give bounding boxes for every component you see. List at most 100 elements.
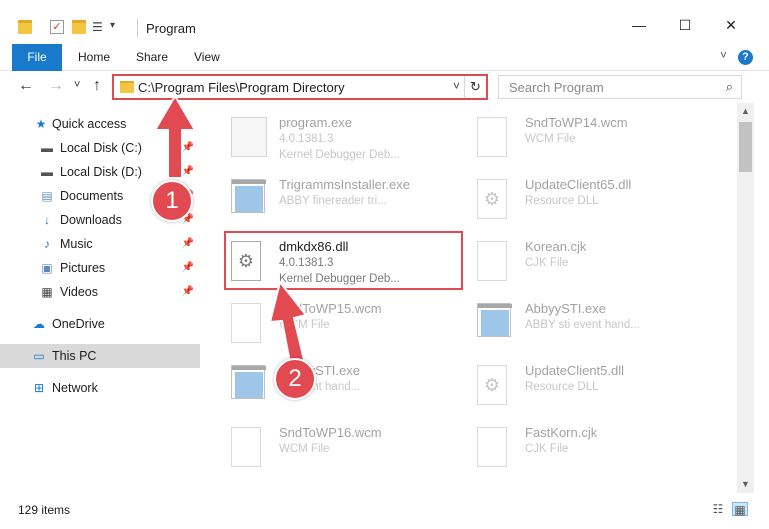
- pin-icon: 📌: [181, 238, 194, 249]
- file-type: WCM File: [279, 319, 330, 331]
- file-item-sndtowp15[interactable]: SndToWP15.wcm WCM File: [207, 293, 447, 351]
- tab-share[interactable]: Share: [122, 44, 182, 71]
- sidebar-item-label: Local Disk (D:): [60, 165, 142, 179]
- pin-icon: 📌: [181, 286, 194, 297]
- recent-locations-button[interactable]: ˅: [74, 79, 80, 91]
- cloud-icon: ☁: [33, 317, 45, 331]
- refresh-button[interactable]: ↻: [464, 76, 486, 98]
- maximize-button[interactable]: ☐: [662, 10, 708, 40]
- file-item-trigrammsinstaller[interactable]: TrigrammsInstaller.exe ABBY finereader t…: [207, 169, 447, 227]
- documents-icon: ▤: [41, 189, 53, 203]
- file-name: FastKorn.cjk: [525, 425, 598, 440]
- sidebar-item-pictures[interactable]: ▣ Pictures 📌: [0, 256, 200, 280]
- item-count: 129 items: [18, 503, 71, 517]
- status-bar: 129 items ☷ ▦: [0, 497, 769, 529]
- sidebar-item-quick-access[interactable]: ★ Quick access: [0, 112, 200, 136]
- file-name: AbbyySTI.exe: [525, 301, 606, 316]
- tab-view[interactable]: View: [180, 44, 234, 71]
- file-item-sndtowp14[interactable]: SndToWP14.wcm WCM File: [453, 107, 693, 165]
- file-item-sndtowp16[interactable]: SndToWP16.wcm WCM File: [207, 417, 447, 475]
- gear-document-icon: ⚙: [477, 365, 507, 405]
- sidebar-item-label: Pictures: [60, 261, 106, 275]
- sidebar-item-network[interactable]: ⊞ Network: [0, 376, 200, 400]
- tab-home[interactable]: Home: [64, 44, 124, 71]
- file-type: Resource DLL: [525, 381, 599, 393]
- pictures-icon: ▣: [41, 261, 53, 275]
- file-name: SndToWP15.wcm: [279, 301, 382, 316]
- title-bar: ✓ ☰ ▾ Program — ☐ ✕: [0, 0, 769, 44]
- file-item-korean-cjk[interactable]: Korean.cjk CJK File: [453, 231, 693, 289]
- document-icon: [231, 303, 261, 343]
- computer-icon: ▭: [33, 349, 45, 363]
- file-item-abbyysti[interactable]: AbbyySTI.exe ABBY sti event hand...: [453, 293, 693, 351]
- sidebar-item-local-disk-c[interactable]: ▬ Local Disk (C:) 📌: [0, 136, 200, 160]
- sidebar-item-label: Documents: [60, 189, 124, 203]
- chevron-down-icon[interactable]: ▾: [110, 20, 124, 34]
- sidebar-item-label: This PC: [52, 349, 97, 363]
- forward-button[interactable]: →: [48, 77, 64, 95]
- file-name: TrigrammsInstaller.exe: [279, 177, 410, 192]
- file-name: UpdateClient65.dll: [525, 177, 632, 192]
- sidebar-item-music[interactable]: ♪ Music 📌: [0, 232, 200, 256]
- app-window-icon: [477, 303, 512, 337]
- drive-icon: ▬: [41, 165, 53, 179]
- folder-icon: [120, 81, 134, 93]
- window-title: Program: [146, 21, 196, 36]
- title-separator: [137, 19, 138, 37]
- file-description: ABBY sti event hand...: [525, 319, 640, 331]
- search-icon[interactable]: ⌕: [726, 79, 733, 95]
- address-bar[interactable]: C:\Program Files\Program Directory ˅ ↻: [112, 74, 488, 100]
- address-dropdown-icon[interactable]: ˅: [453, 79, 460, 93]
- file-version: 4.0.1381.3: [279, 133, 334, 145]
- network-icon: ⊞: [33, 381, 45, 395]
- large-icons-view-icon[interactable]: ▦: [732, 502, 748, 517]
- file-item-fastkorn-cjk[interactable]: FastKorn.cjk CJK File: [453, 417, 693, 475]
- vertical-scrollbar[interactable]: ▲ ▼: [737, 103, 754, 493]
- address-path[interactable]: C:\Program Files\Program Directory: [138, 80, 345, 95]
- search-input[interactable]: Search Program ⌕: [498, 75, 742, 99]
- file-type: CJK File: [525, 257, 569, 269]
- file-item-updateclient65[interactable]: ⚙ UpdateClient65.dll Resource DLL: [453, 169, 693, 227]
- sidebar-item-onedrive[interactable]: ☁ OneDrive: [0, 312, 200, 336]
- video-icon: ▦: [41, 285, 53, 299]
- drive-icon: ▬: [41, 141, 53, 155]
- close-button[interactable]: ✕: [708, 10, 754, 40]
- scroll-down-icon[interactable]: ▼: [737, 476, 754, 493]
- back-button[interactable]: ←: [18, 77, 34, 95]
- sidebar-item-label: OneDrive: [52, 317, 105, 331]
- minimize-button[interactable]: —: [616, 10, 662, 40]
- file-type: WCM File: [525, 133, 576, 145]
- customize-toolbar-icon[interactable]: ☰: [92, 20, 106, 34]
- app-window-icon: [231, 365, 266, 399]
- file-item-program-exe[interactable]: program.exe 4.0.1381.3 Kernel Debugger D…: [207, 107, 447, 165]
- document-icon: [477, 117, 507, 157]
- expand-ribbon-icon[interactable]: ˅: [720, 48, 727, 62]
- file-type: CJK File: [525, 443, 569, 455]
- star-icon: ★: [35, 117, 47, 131]
- file-item-abbyysti-2[interactable]: AbbyySTI.exe sti event hand...: [207, 355, 447, 413]
- sidebar-item-label: Quick access: [52, 117, 127, 131]
- target-file-highlight: [224, 231, 463, 290]
- pin-icon: 📌: [181, 262, 194, 273]
- file-name: UpdateClient5.dll: [525, 363, 625, 378]
- file-name: Korean.cjk: [525, 239, 587, 254]
- file-description: ABBY finereader tri...: [279, 195, 387, 207]
- folder-icon: [18, 20, 32, 34]
- details-view-icon[interactable]: ☷: [710, 502, 726, 516]
- sidebar-item-videos[interactable]: ▦ Videos 📌: [0, 280, 200, 304]
- up-button[interactable]: ↑: [93, 77, 101, 95]
- sidebar-item-label: Music: [60, 237, 93, 251]
- scroll-thumb[interactable]: [739, 122, 752, 172]
- properties-icon[interactable]: ✓: [50, 20, 64, 34]
- file-description: Kernel Debugger Deb...: [279, 149, 400, 161]
- sidebar-item-this-pc[interactable]: ▭ This PC: [0, 344, 200, 368]
- sidebar-item-label: Local Disk (C:): [60, 141, 142, 155]
- pin-icon: 📌: [181, 142, 194, 153]
- sidebar-item-label: Network: [52, 381, 98, 395]
- file-item-updateclient5[interactable]: ⚙ UpdateClient5.dll Resource DLL: [453, 355, 693, 413]
- step-badge-2: 2: [274, 358, 316, 400]
- new-folder-icon[interactable]: [72, 20, 86, 34]
- help-icon[interactable]: ?: [738, 50, 753, 65]
- tab-file[interactable]: File: [12, 44, 62, 71]
- scroll-up-icon[interactable]: ▲: [737, 103, 754, 120]
